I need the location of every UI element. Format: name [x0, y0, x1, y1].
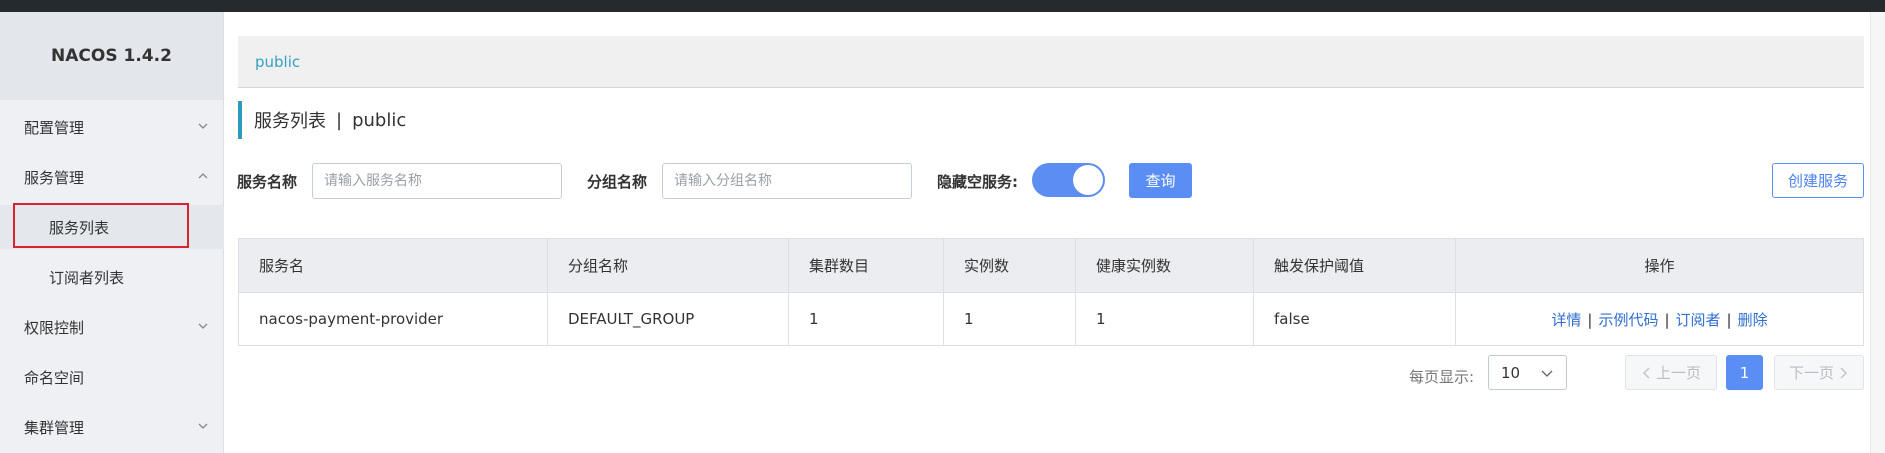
chevron-down-icon: [198, 123, 208, 129]
page-title-text: 服务列表: [254, 111, 326, 132]
selection-highlight: [13, 203, 189, 248]
sidebar-item-label: 权限控制: [24, 318, 85, 337]
cell-instance-count: 1: [943, 292, 1076, 346]
chevron-down-icon: [198, 423, 208, 429]
page-size-select[interactable]: 10: [1488, 355, 1567, 390]
prev-page-label: 上一页: [1655, 364, 1701, 382]
cell-healthy-instances: 1: [1075, 292, 1254, 346]
page-title-separator: |: [336, 109, 343, 131]
namespace-tab-public[interactable]: public: [255, 53, 300, 71]
namespace-breadcrumb: public: [238, 36, 1864, 88]
service-name-input[interactable]: [312, 163, 562, 199]
sidebar-item-label: 命名空间: [24, 368, 85, 387]
chevron-down-icon: [1541, 370, 1553, 377]
service-name-label: 服务名称: [237, 173, 298, 191]
sidebar-item-service-management[interactable]: 服务管理: [0, 155, 224, 199]
next-page-button[interactable]: 下一页: [1774, 355, 1864, 390]
hide-empty-services-toggle[interactable]: [1032, 163, 1105, 197]
sidebar-item-label: 订阅者列表: [49, 268, 125, 287]
column-header-service-name: 服务名: [238, 238, 548, 293]
column-header-instance-count: 实例数: [943, 238, 1076, 293]
group-name-input[interactable]: [662, 163, 912, 199]
toggle-knob: [1073, 165, 1103, 195]
subscribers-link[interactable]: 订阅者: [1676, 311, 1721, 329]
group-name-label: 分组名称: [587, 173, 648, 191]
cell-cluster-count: 1: [788, 292, 944, 346]
sidebar-item-subscriber-list[interactable]: 订阅者列表: [0, 255, 224, 299]
main-content: public 服务列表 | public 服务名称 分组名称 隐藏空服务: 查询…: [224, 12, 1870, 453]
details-link[interactable]: 详情: [1551, 311, 1581, 329]
sidebar-item-namespace[interactable]: 命名空间: [0, 355, 224, 399]
chevron-right-icon: [1840, 366, 1848, 379]
cell-group-name: DEFAULT_GROUP: [547, 292, 789, 346]
app-brand: NACOS 1.4.2: [0, 12, 223, 100]
action-separator: |: [1726, 310, 1732, 329]
chevron-up-icon: [198, 173, 208, 179]
table-header-row: 服务名 分组名称 集群数目 实例数 健康实例数 触发保护阈值 操作: [238, 238, 1864, 293]
hide-empty-services-label: 隐藏空服务:: [937, 173, 1018, 191]
sample-code-link[interactable]: 示例代码: [1598, 311, 1658, 329]
page-title-namespace: public: [352, 109, 407, 131]
chevron-down-icon: [198, 323, 208, 329]
column-header-group-name: 分组名称: [547, 238, 789, 293]
page-title: 服务列表 | public: [238, 101, 406, 139]
action-separator: |: [1587, 310, 1593, 329]
top-bar: [0, 0, 1885, 12]
page-size-label: 每页显示:: [1409, 368, 1475, 386]
cell-service-name: nacos-payment-provider: [238, 292, 548, 346]
column-header-operations: 操作: [1455, 238, 1864, 293]
sidebar-item-config-management[interactable]: 配置管理: [0, 105, 224, 149]
create-service-button[interactable]: 创建服务: [1772, 163, 1864, 198]
column-header-cluster-count: 集群数目: [788, 238, 944, 293]
prev-page-button[interactable]: 上一页: [1625, 355, 1717, 390]
page-number-1[interactable]: 1: [1726, 355, 1763, 390]
service-table: 服务名 分组名称 集群数目 实例数 健康实例数 触发保护阈值 操作 nacos-…: [238, 238, 1864, 346]
action-separator: |: [1664, 310, 1670, 329]
sidebar-item-label: 配置管理: [24, 118, 85, 137]
chevron-left-icon: [1642, 366, 1650, 379]
sidebar-item-label: 服务管理: [24, 168, 85, 187]
cell-protect-threshold: false: [1253, 292, 1456, 346]
sidebar-item-label: 集群管理: [24, 418, 85, 437]
sidebar-item-access-control[interactable]: 权限控制: [0, 305, 224, 349]
table-row: nacos-payment-provider DEFAULT_GROUP 1 1…: [238, 292, 1864, 346]
next-page-label: 下一页: [1788, 364, 1834, 382]
vertical-scrollbar[interactable]: [1870, 12, 1885, 453]
page-size-value: 10: [1501, 363, 1521, 382]
delete-link[interactable]: 删除: [1738, 311, 1768, 329]
column-header-healthy-instances: 健康实例数: [1075, 238, 1254, 293]
cell-operations: 详情 | 示例代码 | 订阅者 | 删除: [1455, 292, 1864, 346]
sidebar-item-cluster-management[interactable]: 集群管理: [0, 405, 224, 449]
column-header-protect-threshold: 触发保护阈值: [1253, 238, 1456, 293]
query-button[interactable]: 查询: [1129, 163, 1192, 198]
